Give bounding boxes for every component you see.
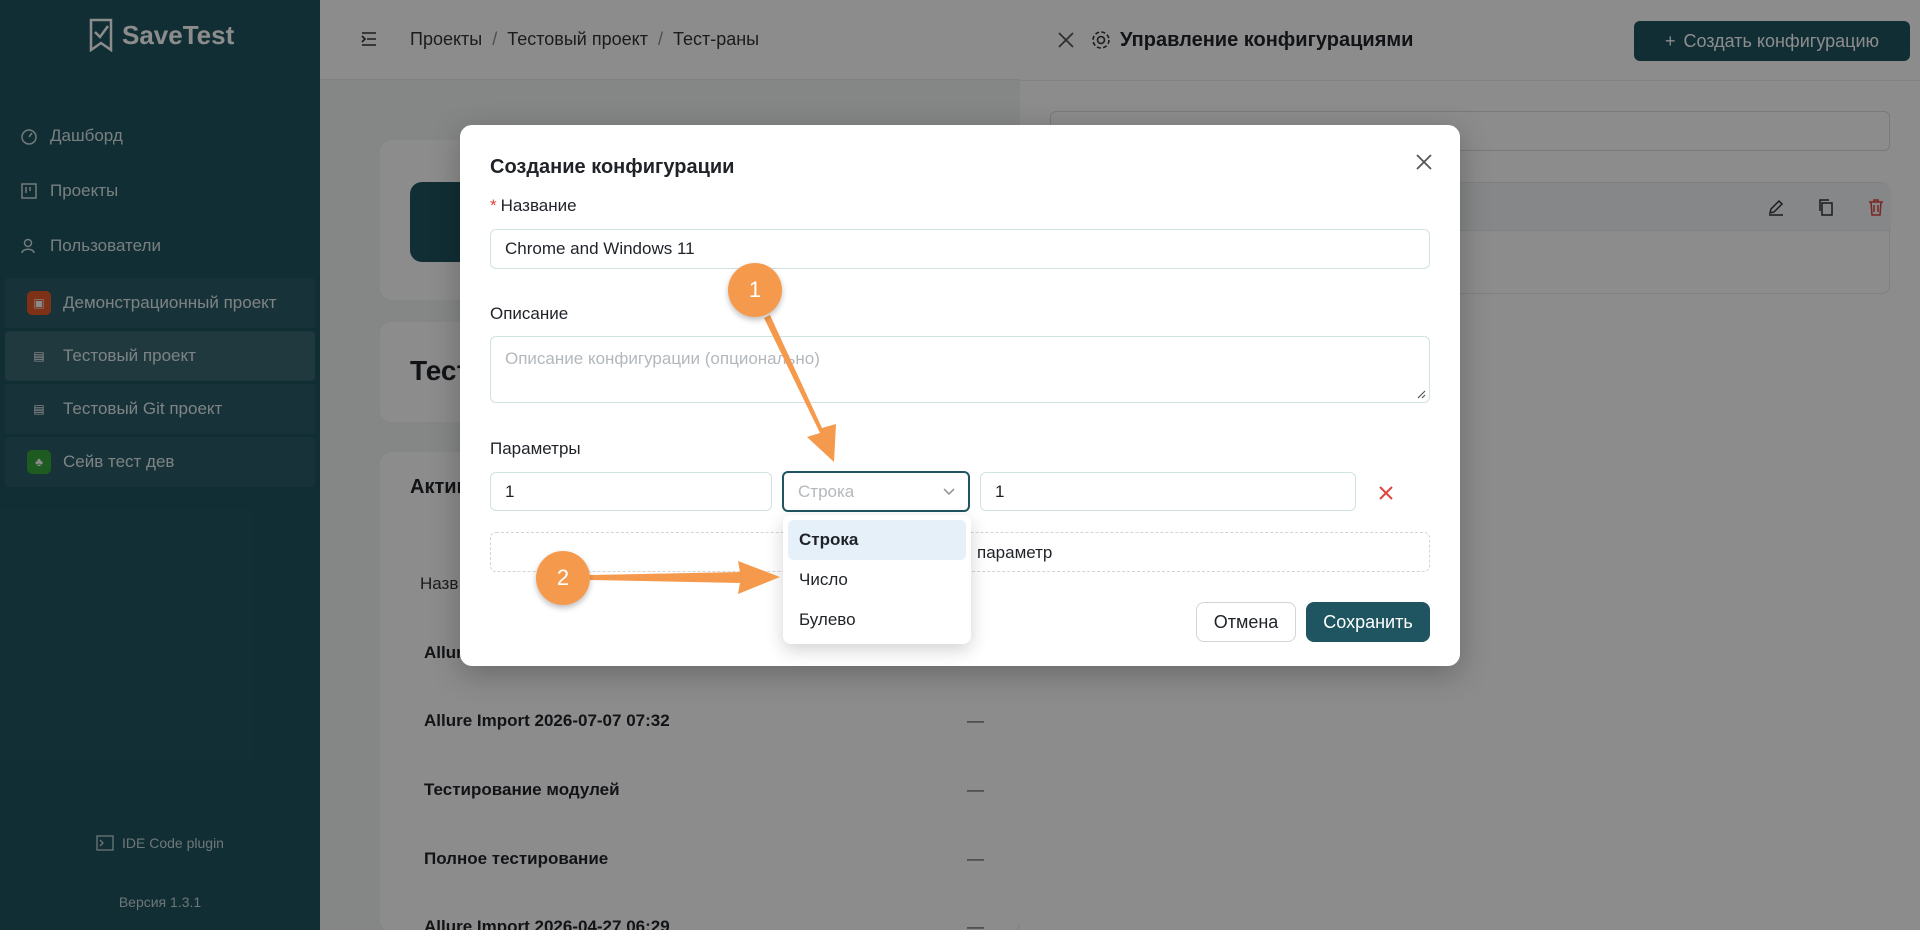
annotation-badge-2: 2 [536,551,590,605]
annotation-arrow-2 [590,561,780,594]
annotation-arrows [590,315,836,594]
annotation-badge-1: 1 [728,263,782,317]
annotation-arrow-1 [764,315,836,462]
